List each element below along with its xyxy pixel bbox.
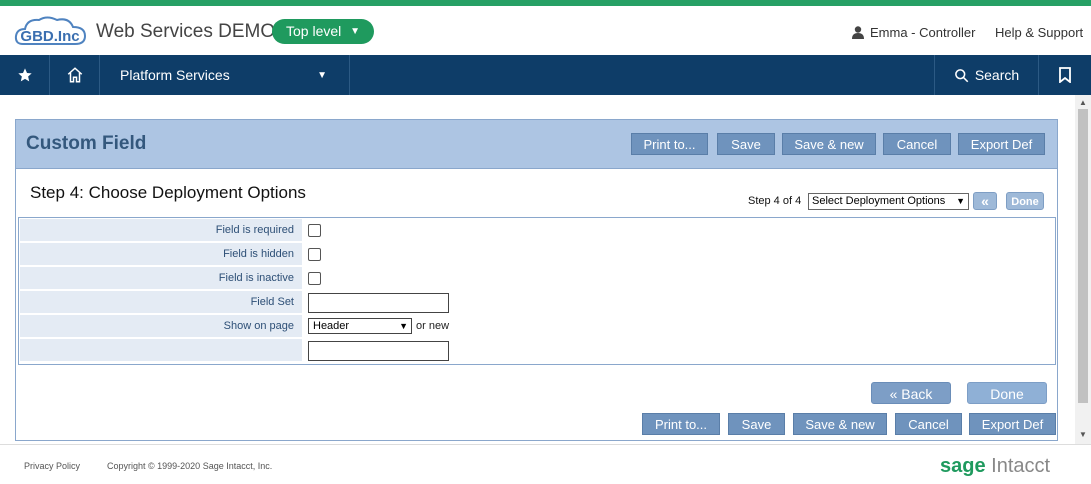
bottom-print-to-button[interactable]: Print to... (642, 413, 720, 435)
chevron-down-icon: ▼ (317, 69, 327, 81)
save-and-new-button[interactable]: Save & new (782, 133, 876, 155)
show-on-page-label: Show on page (20, 315, 302, 338)
search-button[interactable]: Search (934, 55, 1039, 95)
home-button[interactable] (50, 55, 100, 95)
step-select[interactable]: Select Deployment Options ▼ (808, 193, 969, 210)
company-name: Web Services DEMO (96, 21, 276, 42)
platform-services-menu[interactable]: Platform Services ▼ (100, 55, 350, 95)
chevron-down-icon: ▼ (399, 321, 408, 331)
page-title-bar: Custom Field Print to... Save Save & new… (15, 119, 1058, 169)
form-row-new-page (20, 339, 1056, 363)
user-label: Emma - Controller (870, 25, 976, 40)
brand-intacct: Intacct (991, 455, 1051, 477)
form-row-field-set: Field Set (20, 291, 1056, 315)
favorites-button[interactable] (0, 55, 50, 95)
bookmark-icon (1059, 67, 1071, 83)
form-row-inactive: Field is inactive (20, 267, 1056, 291)
scroll-down-icon[interactable]: ▼ (1079, 430, 1087, 439)
field-required-label: Field is required (20, 219, 302, 242)
field-hidden-checkbox[interactable] (308, 248, 321, 261)
form-row-show-on-page: Show on page Header ▼ or new (20, 315, 1056, 339)
user-menu[interactable]: Emma - Controller (852, 25, 975, 40)
or-new-label: or new (416, 320, 450, 332)
step-indicator: Step 4 of 4 (748, 195, 802, 207)
home-icon (67, 67, 82, 83)
app-header: GBD.Inc Web Services DEMO Top level ▼ Em… (0, 6, 1091, 55)
company-logo[interactable]: GBD.Inc (13, 14, 89, 50)
page-footer: Privacy Policy Copyright © 1999-2020 Sag… (0, 444, 1091, 484)
back-button[interactable]: « Back (871, 382, 951, 404)
scroll-up-icon[interactable]: ▲ (1079, 98, 1087, 107)
platform-services-label: Platform Services (120, 67, 230, 83)
bottom-cancel-button[interactable]: Cancel (895, 413, 962, 435)
step-title: Step 4: Choose Deployment Options (30, 183, 306, 202)
copyright-text: Copyright © 1999-2020 Sage Intacct, Inc. (107, 461, 273, 471)
export-def-button[interactable]: Export Def (958, 133, 1045, 155)
deployment-form: Field is required Field is hidden Field … (18, 217, 1056, 365)
chevron-down-icon: ▼ (956, 196, 965, 206)
form-row-hidden: Field is hidden (20, 243, 1056, 267)
new-page-label (20, 339, 302, 362)
save-button[interactable]: Save (717, 133, 775, 155)
field-set-label: Field Set (20, 291, 302, 314)
privacy-policy-link[interactable]: Privacy Policy (24, 461, 80, 471)
print-to-button[interactable]: Print to... (631, 133, 708, 155)
level-selector[interactable]: Top level ▼ (272, 19, 374, 44)
page-title: Custom Field (26, 133, 147, 154)
bottom-export-def-button[interactable]: Export Def (969, 413, 1056, 435)
new-page-input[interactable] (308, 341, 449, 361)
user-icon (852, 26, 864, 39)
sage-intacct-logo: sage Intacct (940, 455, 1050, 478)
scrollbar-thumb[interactable] (1078, 109, 1088, 403)
logo-text: GBD.Inc (20, 28, 79, 45)
field-hidden-label: Field is hidden (20, 243, 302, 266)
page-scrollbar[interactable]: ▲ ▼ (1075, 95, 1091, 444)
step-select-value: Select Deployment Options (812, 195, 946, 207)
field-inactive-checkbox[interactable] (308, 272, 321, 285)
show-on-page-value: Header (313, 320, 350, 332)
search-icon (954, 68, 969, 82)
bottom-save-and-new-button[interactable]: Save & new (793, 413, 887, 435)
brand-sage: sage (940, 455, 986, 477)
main-nav: Platform Services ▼ Search (0, 55, 1091, 95)
previous-step-button[interactable]: « (973, 192, 997, 210)
bookmark-button[interactable] (1039, 55, 1091, 95)
bottom-save-button[interactable]: Save (728, 413, 785, 435)
cancel-button[interactable]: Cancel (883, 133, 951, 155)
search-label: Search (974, 67, 1020, 83)
field-inactive-label: Field is inactive (20, 267, 302, 290)
done-small-button[interactable]: Done (1006, 192, 1044, 210)
help-support-link[interactable]: Help & Support (995, 25, 1083, 40)
star-icon (17, 68, 32, 82)
done-button[interactable]: Done (967, 382, 1047, 404)
main-content: Custom Field Print to... Save Save & new… (0, 95, 1075, 444)
field-required-checkbox[interactable] (308, 224, 321, 237)
field-set-input[interactable] (308, 293, 449, 313)
form-row-required: Field is required (20, 219, 1056, 243)
chevron-down-icon: ▼ (350, 26, 360, 37)
show-on-page-select[interactable]: Header ▼ (308, 318, 412, 334)
level-label: Top level (286, 23, 342, 39)
